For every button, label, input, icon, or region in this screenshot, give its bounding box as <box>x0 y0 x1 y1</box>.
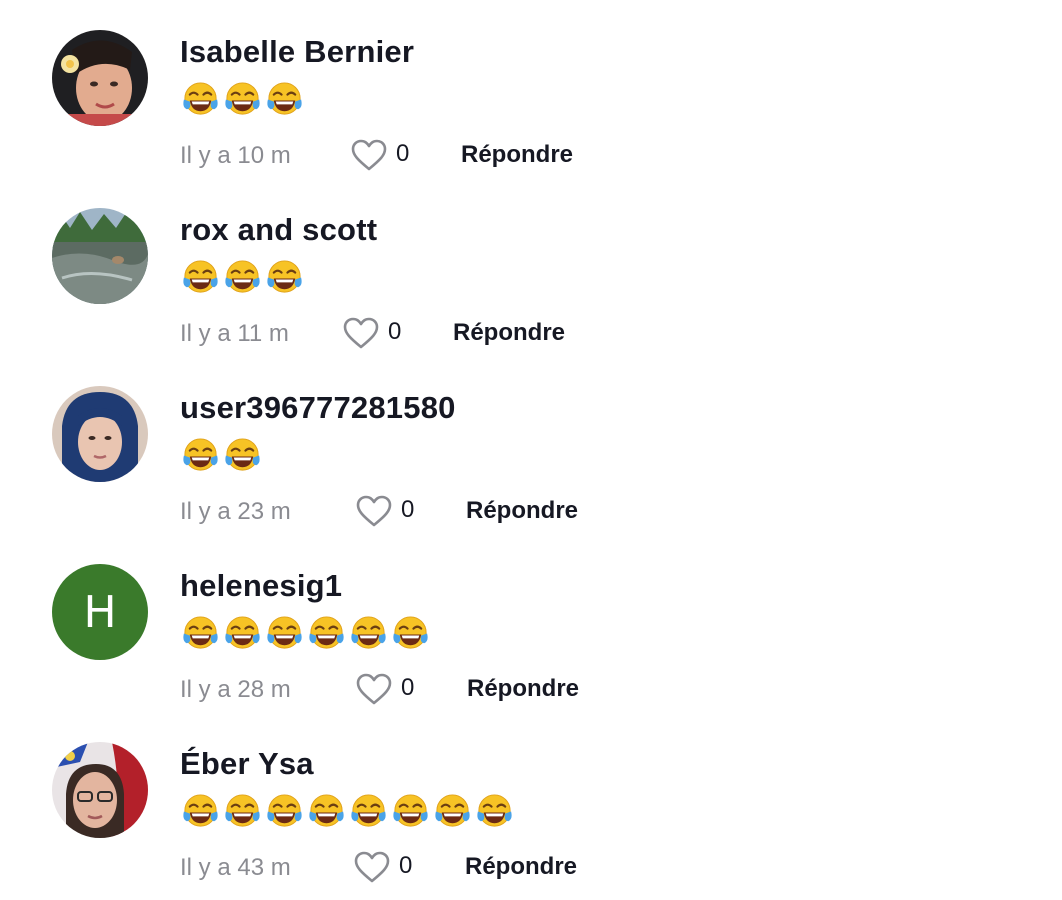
comment-text <box>181 80 304 120</box>
heart-icon[interactable] <box>353 850 391 884</box>
like-count: 0 <box>401 674 415 701</box>
comment-username[interactable]: Isabelle Bernier <box>180 34 414 70</box>
comment-text <box>181 614 430 654</box>
tears-of-joy-emoji-icon <box>351 794 386 827</box>
tears-of-joy-emoji-icon <box>393 794 428 827</box>
comment-meta: Il y a 43 m 0 Répondre <box>180 848 680 888</box>
tears-of-joy-emoji-icon <box>309 794 344 827</box>
tears-of-joy-emoji-icon <box>267 260 302 293</box>
comment-text <box>181 792 514 832</box>
comment-text <box>181 258 304 298</box>
tears-of-joy-emoji-icon <box>225 260 260 293</box>
avatar-letter: H <box>83 586 117 638</box>
like-count: 0 <box>396 140 410 167</box>
avatar[interactable] <box>52 386 148 482</box>
comment-time: Il y a 11 m <box>180 320 289 347</box>
reply-button[interactable]: Répondre <box>461 141 573 169</box>
avatar[interactable] <box>52 208 148 304</box>
comment-username[interactable]: user396777281580 <box>180 390 456 426</box>
comment-meta: Il y a 23 m 0 Répondre <box>180 492 680 532</box>
reply-button[interactable]: Répondre <box>453 319 565 347</box>
comment-meta: Il y a 11 m 0 Répondre <box>180 314 680 354</box>
like-count: 0 <box>388 318 402 345</box>
reply-button[interactable]: Répondre <box>466 497 578 525</box>
tears-of-joy-emoji-icon <box>225 82 260 115</box>
comment-time: Il y a 23 m <box>180 498 291 525</box>
tears-of-joy-emoji-icon <box>309 616 344 649</box>
comment-time: Il y a 43 m <box>180 854 291 881</box>
like-count: 0 <box>399 852 413 879</box>
reply-button[interactable]: Répondre <box>465 853 577 881</box>
comment-list: Isabelle Bernier Il y a 10 m 0 Répondre … <box>0 0 1062 900</box>
avatar[interactable] <box>52 742 148 838</box>
tears-of-joy-emoji-icon <box>225 794 260 827</box>
tears-of-joy-emoji-icon <box>183 794 218 827</box>
comment-username[interactable]: helenesig1 <box>180 568 342 604</box>
tears-of-joy-emoji-icon <box>183 82 218 115</box>
tears-of-joy-emoji-icon <box>477 794 512 827</box>
tears-of-joy-emoji-icon <box>393 616 428 649</box>
comment-item: rox and scott Il y a 11 m 0 Répondre <box>0 178 1062 349</box>
tears-of-joy-emoji-icon <box>183 438 218 471</box>
comment-time: Il y a 28 m <box>180 676 291 703</box>
comment-meta: Il y a 10 m 0 Répondre <box>180 136 680 176</box>
comment-time: Il y a 10 m <box>180 142 291 169</box>
tears-of-joy-emoji-icon <box>225 438 260 471</box>
tears-of-joy-emoji-icon <box>183 616 218 649</box>
reply-button[interactable]: Répondre <box>467 675 579 703</box>
tears-of-joy-emoji-icon <box>267 82 302 115</box>
comment-item: Éber Ysa Il y a 43 m 0 Répondre <box>0 712 1062 883</box>
comment-text <box>181 436 262 476</box>
heart-icon[interactable] <box>342 316 380 350</box>
comment-item: user396777281580 Il y a 23 m 0 Répondre <box>0 356 1062 527</box>
like-count: 0 <box>401 496 415 523</box>
avatar[interactable] <box>52 30 148 126</box>
comment-username[interactable]: Éber Ysa <box>180 746 314 782</box>
comment-item: H helenesig1 Il y a 28 m 0 Répondre <box>0 534 1062 705</box>
comment-username[interactable]: rox and scott <box>180 212 377 248</box>
tears-of-joy-emoji-icon <box>267 616 302 649</box>
heart-icon[interactable] <box>355 672 393 706</box>
avatar[interactable]: H <box>52 564 148 660</box>
tears-of-joy-emoji-icon <box>435 794 470 827</box>
tears-of-joy-emoji-icon <box>183 260 218 293</box>
tears-of-joy-emoji-icon <box>351 616 386 649</box>
tears-of-joy-emoji-icon <box>267 794 302 827</box>
tears-of-joy-emoji-icon <box>225 616 260 649</box>
heart-icon[interactable] <box>355 494 393 528</box>
heart-icon[interactable] <box>350 138 388 172</box>
comment-item: Isabelle Bernier Il y a 10 m 0 Répondre <box>0 0 1062 171</box>
comment-meta: Il y a 28 m 0 Répondre <box>180 670 680 710</box>
